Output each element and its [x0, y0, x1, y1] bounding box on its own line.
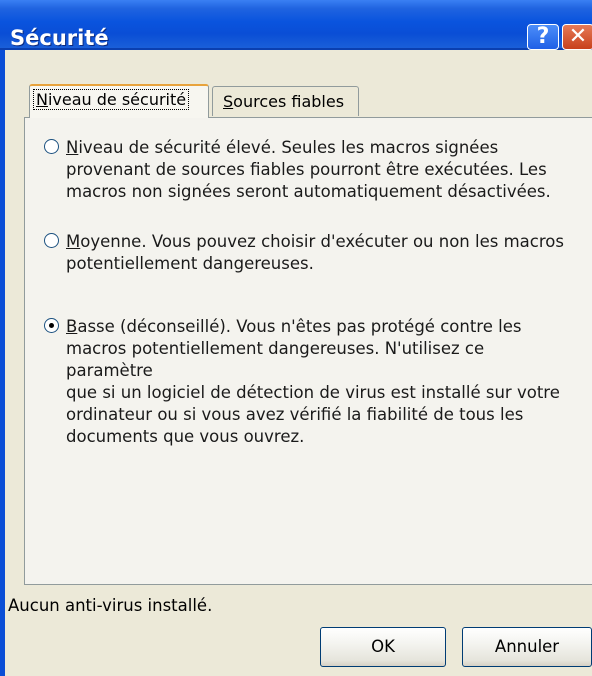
option-line: documents que vous ouvrez. [66, 427, 305, 446]
cancel-button[interactable]: Annuler [462, 627, 592, 667]
option-line: potentiellement dangereuses. [66, 254, 314, 273]
tab-security-level-label: Niveau de sécurité [32, 89, 190, 110]
option-medium-text: Moyenne. Vous pouvez choisir d'exécuter … [66, 231, 576, 275]
option-line: Niveau de sécurité élevé. Seules les mac… [66, 138, 499, 157]
ok-button[interactable]: OK [320, 627, 446, 667]
option-medium[interactable]: Moyenne. Vous pouvez choisir d'exécuter … [44, 231, 574, 279]
option-high[interactable]: Niveau de sécurité élevé. Seules les mac… [44, 137, 574, 207]
tab-trusted-sources-label: Sources fiables [223, 92, 345, 111]
help-icon[interactable]: ? [527, 24, 559, 50]
tab-trusted-sources[interactable]: Sources fiables [212, 86, 359, 116]
window-title: Sécurité [10, 26, 109, 50]
tab-security-level[interactable]: Niveau de sécurité [29, 84, 209, 118]
option-low[interactable]: Basse (déconseillé). Vous n'êtes pas pro… [44, 316, 574, 446]
option-low-text: Basse (déconseillé). Vous n'êtes pas pro… [66, 316, 576, 448]
option-line: Basse (déconseillé). Vous n'êtes pas pro… [66, 317, 522, 336]
security-dialog: Sécurité ? ✕ Niveau de sécurité Sources … [0, 0, 592, 676]
option-line: que si un logiciel de détection de virus… [66, 383, 560, 402]
close-icon[interactable]: ✕ [562, 24, 592, 50]
option-line: macros non signées seront automatiquemen… [66, 182, 551, 201]
option-high-text: Niveau de sécurité élevé. Seules les mac… [66, 137, 576, 203]
radio-medium[interactable] [44, 233, 59, 248]
antivirus-status: Aucun anti-virus installé. [8, 596, 213, 615]
option-line: Moyenne. Vous pouvez choisir d'exécuter … [66, 232, 564, 251]
option-line: macros potentiellement dangereuses. N'ut… [66, 339, 485, 380]
option-line: provenant de sources fiables pourront êt… [66, 160, 547, 179]
radio-low[interactable] [44, 318, 59, 333]
window-left-border [0, 50, 5, 676]
title-bar[interactable]: Sécurité ? ✕ [0, 0, 592, 50]
radio-high[interactable] [44, 139, 59, 154]
option-line: ordinateur ou si vous avez vérifié la fi… [66, 405, 524, 424]
